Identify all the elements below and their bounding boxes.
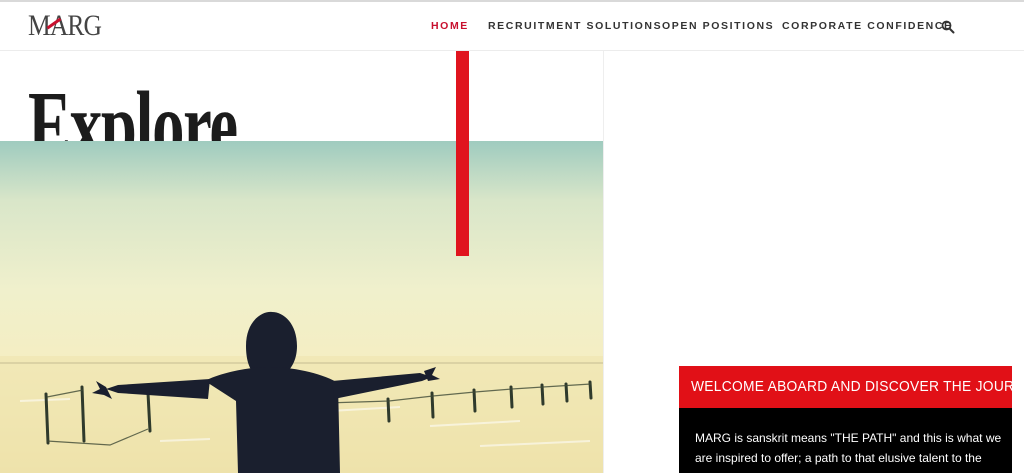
welcome-header: WELCOME ABOARD AND DISCOVER THE JOURNEY <box>679 366 1024 408</box>
hero-image <box>0 141 603 473</box>
search-icon[interactable] <box>941 20 955 34</box>
nav-corporate-confidence[interactable]: CORPORATE CONFIDENCE <box>782 20 953 32</box>
welcome-title: WELCOME ABOARD AND DISCOVER THE JOURNEY <box>691 378 1024 395</box>
column-divider <box>603 51 604 473</box>
welcome-panel: WELCOME ABOARD AND DISCOVER THE JOURNEY … <box>679 366 1024 473</box>
nav-home[interactable]: HOME <box>431 20 469 32</box>
site-header: MARG HOME RECRUITMENT SOLUTIONS OPEN POS… <box>0 2 1024 51</box>
nav-open-positions[interactable]: OPEN POSITIONS <box>662 20 774 32</box>
accent-vertical-bar <box>456 51 469 256</box>
welcome-line: are inspired to offer; a path to that el… <box>695 451 982 465</box>
hero-image-illustration <box>0 311 603 473</box>
main-nav: HOME RECRUITMENT SOLUTIONS OPEN POSITION… <box>0 20 1024 34</box>
welcome-line: MARG is sanskrit means "THE PATH" and th… <box>695 431 1002 445</box>
welcome-body: MARG is sanskrit means "THE PATH" and th… <box>695 428 1002 468</box>
nav-recruitment-solutions[interactable]: RECRUITMENT SOLUTIONS <box>488 20 662 32</box>
